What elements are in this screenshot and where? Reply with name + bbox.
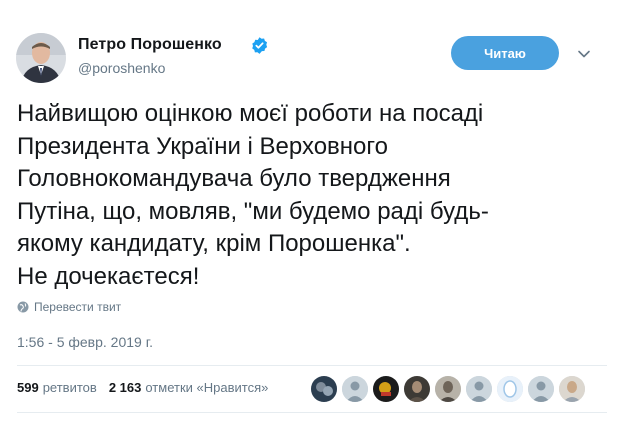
following-button[interactable]: Читаю	[451, 36, 559, 70]
like-label[interactable]: отметки «Нравится»	[145, 380, 268, 395]
tweet-timestamp[interactable]: 1:56 - 5 февр. 2019 г.	[17, 334, 153, 350]
translate-label: Перевести твит	[34, 300, 122, 314]
tweet-text-line: якому кандидату, крім Порошенка".	[17, 230, 411, 258]
liker-avatar[interactable]	[311, 376, 337, 402]
liker-avatar[interactable]	[497, 376, 523, 402]
globe-icon	[17, 301, 29, 313]
verified-badge-icon	[250, 36, 269, 55]
author-handle[interactable]: @poroshenko	[78, 60, 165, 76]
tweet-stats: 599 ретвитов 2 163 отметки «Нравится»	[17, 380, 280, 395]
tweet-text-line: Путіна, що, мовляв, "ми будемо раді будь…	[17, 197, 489, 225]
tweet-text-line: Президента України і Верховного	[17, 132, 388, 160]
liker-avatar[interactable]	[466, 376, 492, 402]
liker-avatar[interactable]	[342, 376, 368, 402]
like-count[interactable]: 2 163	[109, 380, 142, 395]
retweet-label[interactable]: ретвитов	[43, 380, 97, 395]
divider	[17, 412, 607, 413]
tweet-text-line: Найвищою оцінкою моєї роботи на посаді	[17, 100, 484, 127]
divider	[17, 365, 607, 366]
tweet-card: Петро Порошенко @poroshenko Читаю Найвищ…	[0, 0, 620, 429]
liker-avatar[interactable]	[404, 376, 430, 402]
liker-avatar[interactable]	[528, 376, 554, 402]
liker-avatar[interactable]	[559, 376, 585, 402]
chevron-down-icon[interactable]	[576, 46, 592, 62]
author-name[interactable]: Петро Порошенко	[78, 36, 222, 54]
translate-tweet-link[interactable]: Перевести твит	[17, 300, 121, 314]
avatar[interactable]	[16, 33, 66, 83]
tweet-text: Найвищою оцінкою моєї роботи на посаді П…	[17, 98, 607, 294]
retweet-count[interactable]: 599	[17, 380, 39, 395]
liker-avatar[interactable]	[435, 376, 461, 402]
liker-avatar[interactable]	[373, 376, 399, 402]
tweet-text-line: Не дочекаєтеся!	[17, 262, 200, 290]
tweet-text-line: Головнокомандувача було твердження	[17, 165, 451, 193]
